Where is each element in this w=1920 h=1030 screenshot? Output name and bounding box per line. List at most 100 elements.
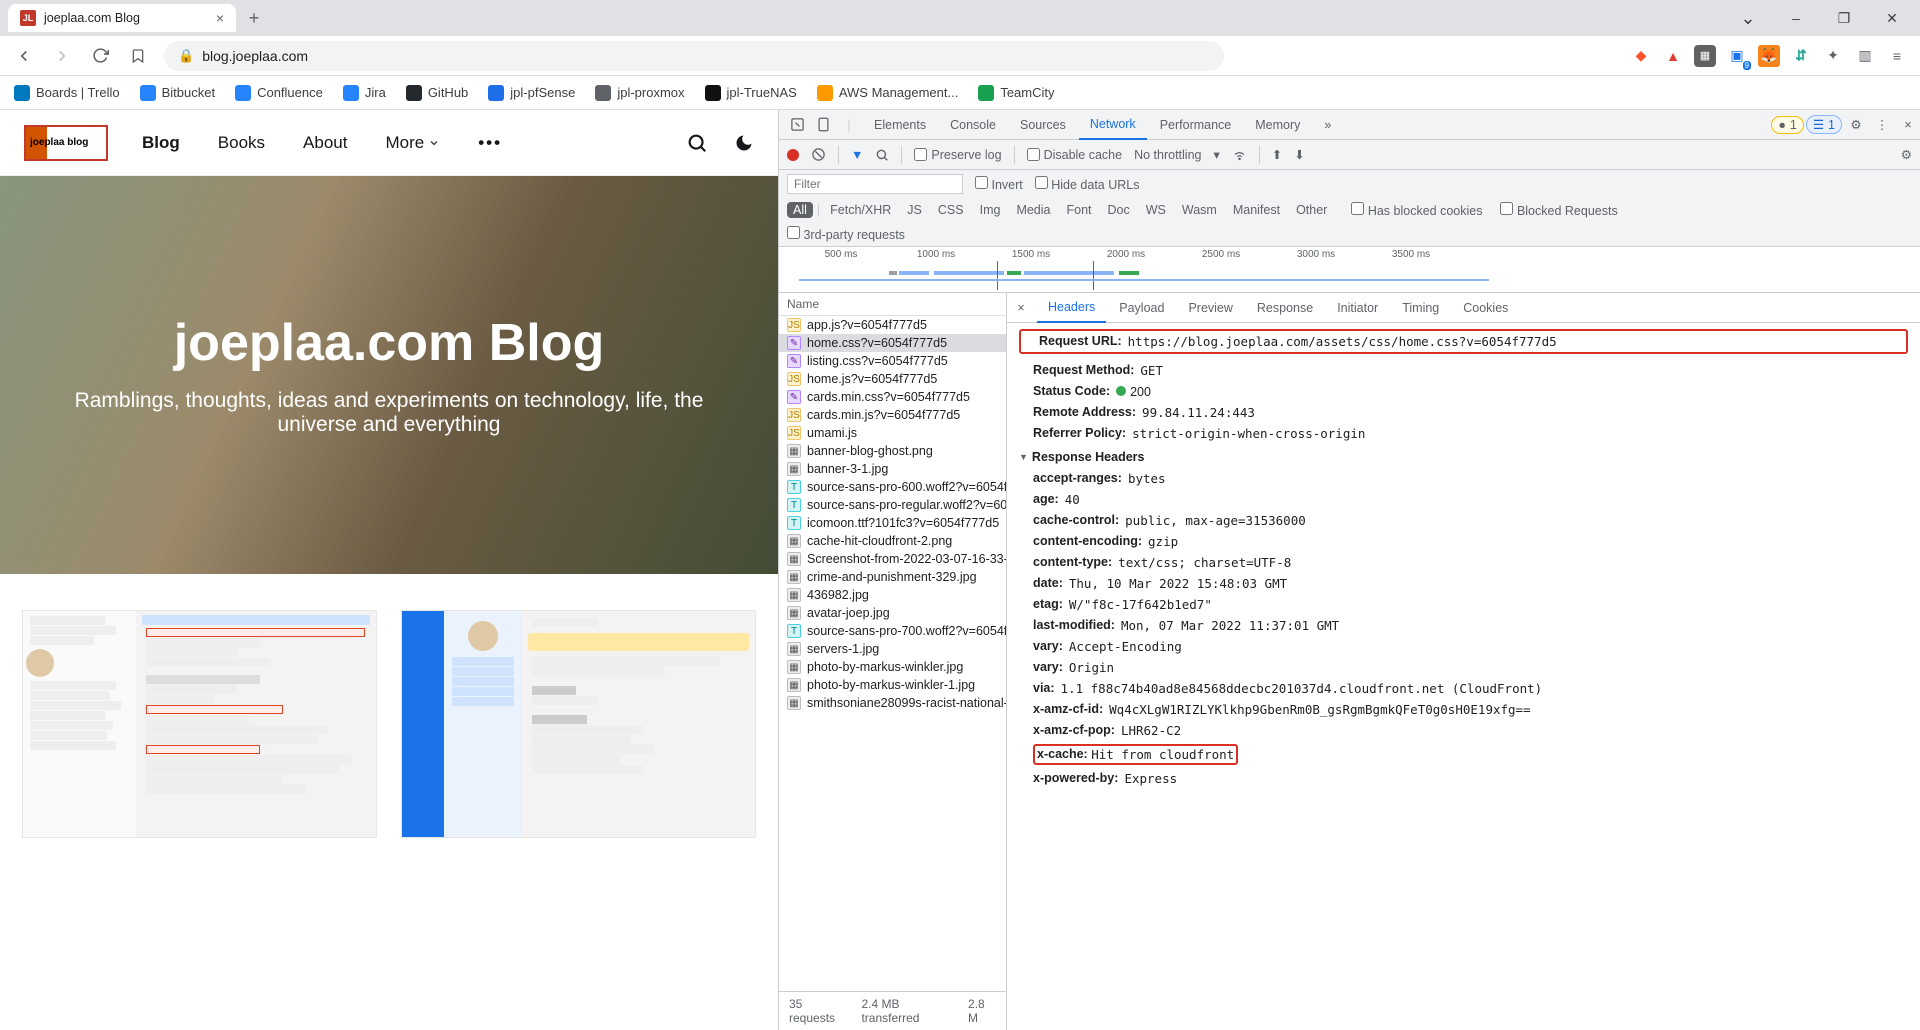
bookmark-button[interactable] bbox=[122, 40, 154, 72]
devtools-tab-network[interactable]: Network bbox=[1079, 110, 1147, 140]
issues-badge[interactable]: ☰ 1 bbox=[1806, 115, 1842, 134]
detail-close-icon[interactable]: × bbox=[1007, 301, 1035, 315]
request-row[interactable]: JSapp.js?v=6054f777d5 bbox=[779, 316, 1006, 334]
devtools-tab-console[interactable]: Console bbox=[939, 110, 1007, 140]
filter-chip-img[interactable]: Img bbox=[974, 202, 1007, 218]
filter-toggle-icon[interactable]: ▼ bbox=[851, 148, 863, 162]
bookmark-item[interactable]: Bitbucket bbox=[140, 85, 215, 101]
tab-search-icon[interactable]: ⌄ bbox=[1726, 3, 1770, 33]
detail-tab-payload[interactable]: Payload bbox=[1108, 293, 1175, 323]
nav-overflow-icon[interactable]: ••• bbox=[478, 133, 502, 153]
filter-chip-js[interactable]: JS bbox=[901, 202, 928, 218]
brave-shields-icon[interactable]: ◆ bbox=[1630, 45, 1652, 67]
inspect-icon[interactable] bbox=[785, 117, 809, 132]
devtools-tab-memory[interactable]: Memory bbox=[1244, 110, 1311, 140]
filter-chip-fetchxhr[interactable]: Fetch/XHR bbox=[824, 202, 897, 218]
nav-books[interactable]: Books bbox=[218, 133, 265, 153]
request-row[interactable]: Tsource-sans-pro-regular.woff2?v=60... bbox=[779, 496, 1006, 514]
network-timeline[interactable]: 500 ms1000 ms1500 ms2000 ms2500 ms3000 m… bbox=[779, 247, 1920, 293]
record-button[interactable] bbox=[787, 149, 799, 161]
blocked-requests-checkbox[interactable]: Blocked Requests bbox=[1500, 202, 1617, 218]
throttling-select[interactable]: No throttling bbox=[1134, 148, 1201, 162]
request-row[interactable]: ▦servers-1.jpg bbox=[779, 640, 1006, 658]
device-toggle-icon[interactable] bbox=[811, 117, 835, 132]
detail-tab-response[interactable]: Response bbox=[1246, 293, 1324, 323]
invert-checkbox[interactable]: Invert bbox=[975, 176, 1023, 192]
filter-chip-ws[interactable]: WS bbox=[1140, 202, 1172, 218]
filter-chip-css[interactable]: CSS bbox=[932, 202, 970, 218]
search-icon[interactable] bbox=[875, 148, 889, 162]
post-card[interactable] bbox=[401, 610, 756, 838]
nav-more[interactable]: More bbox=[385, 133, 440, 153]
request-row[interactable]: JSumami.js bbox=[779, 424, 1006, 442]
filter-chip-wasm[interactable]: Wasm bbox=[1176, 202, 1223, 218]
disable-cache-checkbox[interactable]: Disable cache bbox=[1027, 148, 1123, 162]
request-row[interactable]: ▦photo-by-markus-winkler.jpg bbox=[779, 658, 1006, 676]
detail-tab-headers[interactable]: Headers bbox=[1037, 293, 1106, 323]
network-settings-icon[interactable]: ⚙ bbox=[1901, 147, 1912, 162]
request-row[interactable]: ▦avatar-joep.jpg bbox=[779, 604, 1006, 622]
reload-button[interactable] bbox=[84, 40, 116, 72]
bookmark-item[interactable]: GitHub bbox=[406, 85, 468, 101]
devtools-settings-icon[interactable]: ⚙ bbox=[1844, 117, 1868, 132]
request-row[interactable]: ▦banner-blog-ghost.png bbox=[779, 442, 1006, 460]
request-row[interactable]: Tsource-sans-pro-700.woff2?v=6054f... bbox=[779, 622, 1006, 640]
request-row[interactable]: ▦crime-and-punishment-329.jpg bbox=[779, 568, 1006, 586]
filter-chip-media[interactable]: Media bbox=[1010, 202, 1056, 218]
devtools-menu-icon[interactable]: ⋮ bbox=[1870, 117, 1894, 132]
url-box[interactable]: 🔒 blog.joeplaa.com bbox=[164, 41, 1224, 71]
detail-tab-cookies[interactable]: Cookies bbox=[1452, 293, 1519, 323]
request-row[interactable]: JShome.js?v=6054f777d5 bbox=[779, 370, 1006, 388]
bookmark-item[interactable]: jpl-proxmox bbox=[595, 85, 684, 101]
bookmark-item[interactable]: Jira bbox=[343, 85, 386, 101]
bookmark-item[interactable]: Confluence bbox=[235, 85, 323, 101]
filter-chip-all[interactable]: All bbox=[787, 202, 813, 218]
forward-button[interactable] bbox=[46, 40, 78, 72]
filter-input[interactable] bbox=[787, 174, 963, 194]
third-party-checkbox[interactable]: 3rd-party requests bbox=[787, 226, 905, 242]
post-card[interactable] bbox=[22, 610, 377, 838]
response-headers-section[interactable]: Response Headers bbox=[1015, 444, 1912, 468]
blocked-cookies-checkbox[interactable]: Has blocked cookies bbox=[1351, 202, 1482, 218]
throttling-chevron-icon[interactable]: ▾ bbox=[1213, 147, 1219, 162]
request-row[interactable]: ✎cards.min.css?v=6054f777d5 bbox=[779, 388, 1006, 406]
request-row[interactable]: ▦smithsoniane28099s-racist-national-... bbox=[779, 694, 1006, 712]
bookmark-item[interactable]: jpl-TrueNAS bbox=[705, 85, 797, 101]
devtools-tab-performance[interactable]: Performance bbox=[1149, 110, 1243, 140]
request-row[interactable]: ▦cache-hit-cloudfront-2.png bbox=[779, 532, 1006, 550]
extensions-menu-icon[interactable]: ✦ bbox=[1822, 45, 1844, 67]
window-minimize-button[interactable]: – bbox=[1774, 3, 1818, 33]
detail-tab-initiator[interactable]: Initiator bbox=[1326, 293, 1389, 323]
detail-tab-timing[interactable]: Timing bbox=[1391, 293, 1450, 323]
back-button[interactable] bbox=[8, 40, 40, 72]
console-warnings-badge[interactable]: ● 1 bbox=[1771, 116, 1804, 134]
new-tab-button[interactable]: + bbox=[240, 4, 268, 32]
extension-icon[interactable]: ⇵ bbox=[1790, 45, 1812, 67]
devtools-tab-sources[interactable]: Sources bbox=[1009, 110, 1077, 140]
extension-icon[interactable]: ▣9 bbox=[1726, 45, 1748, 67]
download-har-icon[interactable]: ⬇ bbox=[1294, 147, 1304, 162]
extension-icon[interactable]: ▲ bbox=[1662, 45, 1684, 67]
bookmark-item[interactable]: jpl-pfSense bbox=[488, 85, 575, 101]
site-logo[interactable]: joeplaa blog bbox=[24, 125, 108, 161]
request-row[interactable]: Tsource-sans-pro-600.woff2?v=6054f... bbox=[779, 478, 1006, 496]
request-row[interactable]: ▦banner-3-1.jpg bbox=[779, 460, 1006, 478]
request-row[interactable]: Ticomoon.ttf?101fc3?v=6054f777d5 bbox=[779, 514, 1006, 532]
preserve-log-checkbox[interactable]: Preserve log bbox=[914, 148, 1001, 162]
request-list-header[interactable]: Name bbox=[779, 293, 1006, 316]
dark-mode-toggle[interactable] bbox=[734, 133, 754, 153]
request-row[interactable]: JScards.min.js?v=6054f777d5 bbox=[779, 406, 1006, 424]
devtools-close-icon[interactable]: × bbox=[1896, 118, 1920, 132]
detail-tab-preview[interactable]: Preview bbox=[1177, 293, 1243, 323]
window-close-button[interactable]: ✕ bbox=[1870, 3, 1914, 33]
filter-chip-manifest[interactable]: Manifest bbox=[1227, 202, 1286, 218]
request-row[interactable]: ✎home.css?v=6054f777d5 bbox=[779, 334, 1006, 352]
filter-chip-doc[interactable]: Doc bbox=[1102, 202, 1136, 218]
sidebar-icon[interactable]: ▥ bbox=[1854, 45, 1876, 67]
hide-data-urls-checkbox[interactable]: Hide data URLs bbox=[1035, 176, 1140, 192]
window-maximize-button[interactable]: ❐ bbox=[1822, 3, 1866, 33]
nav-blog[interactable]: Blog bbox=[142, 133, 180, 153]
request-row[interactable]: ▦photo-by-markus-winkler-1.jpg bbox=[779, 676, 1006, 694]
bookmark-item[interactable]: Boards | Trello bbox=[14, 85, 120, 101]
metamask-icon[interactable]: 🦊 bbox=[1758, 45, 1780, 67]
